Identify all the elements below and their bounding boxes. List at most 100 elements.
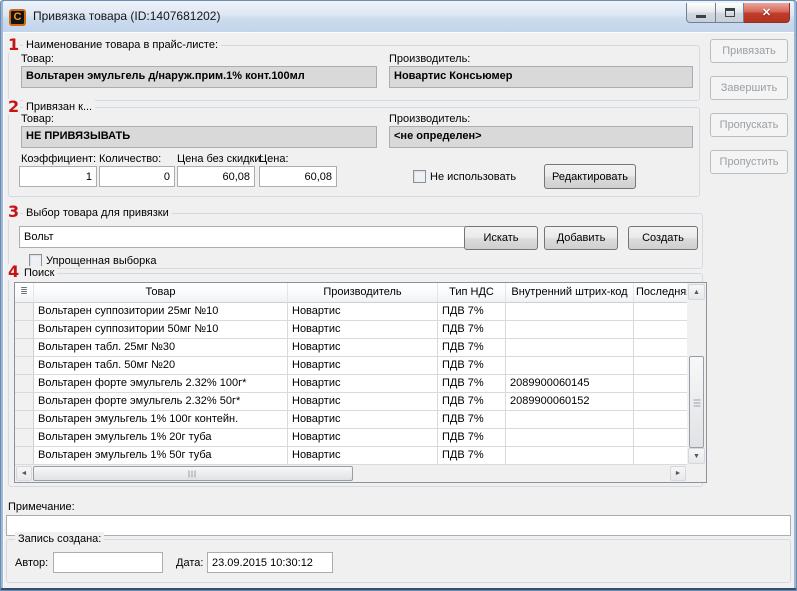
simplified-selection-label[interactable]: Упрощенная выборка [46,255,156,267]
app-icon: C [9,9,26,26]
table-row[interactable]: Вольтарен эмульгель 1% 100г контейн. Нов… [15,411,687,429]
row-selector-cell[interactable] [15,321,34,339]
vertical-scroll-thumb[interactable] [689,356,704,448]
row-selector-cell[interactable] [15,303,34,321]
row-selector-cell[interactable] [15,447,34,465]
cell-product: Вольтарен форте эмульгель 2.32% 100г* [34,375,288,393]
scroll-left-icon: ◄ [21,470,28,477]
search-button[interactable]: Искать [464,226,538,250]
cell-last [634,303,687,321]
cell-last [634,393,687,411]
row-selector-cell[interactable] [15,393,34,411]
cell-manufacturer: Новартис [288,303,438,321]
table-vertical-scrollbar[interactable]: ▲ ▼ [687,283,706,465]
price-input[interactable] [259,166,337,187]
table-horizontal-scrollbar[interactable]: ◄ ► [15,465,687,482]
row-selector-cell[interactable] [15,411,34,429]
skip-button[interactable]: Пропустить [710,150,788,174]
skip-always-button[interactable]: Пропускать [710,113,788,137]
quantity-input[interactable] [99,166,175,187]
column-header-barcode[interactable]: Внутренний штрих-код [506,283,634,303]
date-input[interactable] [207,552,333,573]
scroll-thumb-grip [189,470,198,477]
price-label: Цена: [259,153,289,165]
cell-product: Вольтарен табл. 25мг №30 [34,339,288,357]
create-button[interactable]: Создать [628,226,698,250]
coefficient-label: Коэффициент: [21,153,96,165]
price-no-discount-input[interactable] [177,166,255,187]
cell-manufacturer: Новартис [288,375,438,393]
cell-product: Вольтарен суппозитории 50мг №10 [34,321,288,339]
coefficient-input[interactable] [19,166,97,187]
column-header-manufacturer[interactable]: Производитель [288,283,438,303]
cell-vat: ПДВ 7% [438,393,506,411]
maximize-icon [725,8,735,17]
column-header-product[interactable]: Товар [34,283,288,303]
scroll-left-button[interactable]: ◄ [16,466,32,481]
column-header-last[interactable]: Последняя [634,283,687,303]
price-item-product-field: Вольтарен эмульгель д/наруж.прим.1% конт… [21,66,377,88]
cell-vat: ПДВ 7% [438,339,506,357]
row-selector-cell[interactable] [15,339,34,357]
group-search: Поиск ≣ Товар Производитель Тип НДС Внут… [8,273,703,487]
cell-manufacturer: Новартис [288,321,438,339]
finish-button[interactable]: Завершить [710,76,788,100]
cell-manufacturer: Новартис [288,357,438,375]
maximize-button[interactable] [716,3,744,23]
row-selector-cell[interactable] [15,429,34,447]
group-search-legend: Поиск [21,266,57,281]
cell-last [634,339,687,357]
row-selector-cell[interactable] [15,375,34,393]
close-button[interactable]: ✕ [744,3,790,23]
search-input[interactable] [19,226,466,248]
table-row[interactable]: Вольтарен форте эмульгель 2.32% 100г* Но… [15,375,687,393]
cell-manufacturer: Новартис [288,447,438,465]
table-row[interactable]: Вольтарен форте эмульгель 2.32% 50г* Нов… [15,393,687,411]
group-linked-to: Привязан к... Товар: НЕ ПРИВЯЗЫВАТЬ Прои… [8,107,700,197]
group-selection: Выбор товара для привязки Искать Добавит… [8,213,703,269]
table-row[interactable]: Вольтарен эмульгель 1% 20г туба Новартис… [15,429,687,447]
minimize-button[interactable] [686,3,716,23]
annotation-number-3: 3 [7,204,20,220]
bind-button[interactable]: Привязать [710,39,788,63]
cell-manufacturer: Новартис [288,411,438,429]
table-row[interactable]: Вольтарен суппозитории 25мг №10 Новартис… [15,303,687,321]
edit-button[interactable]: Редактировать [544,164,636,189]
scroll-right-button[interactable]: ► [670,466,686,481]
column-header-vat[interactable]: Тип НДС [438,283,506,303]
cell-barcode [506,447,634,465]
cell-product: Вольтарен форте эмульгель 2.32% 50г* [34,393,288,411]
cell-barcode [506,303,634,321]
group-price-item-legend: Наименование товара в прайс-листе: [23,38,221,53]
table-row[interactable]: Вольтарен эмульгель 1% 50г туба Новартис… [15,447,687,465]
author-input[interactable] [53,552,163,573]
note-label: Примечание: [8,501,75,513]
cell-product: Вольтарен суппозитории 25мг №10 [34,303,288,321]
table-row[interactable]: Вольтарен табл. 50мг №20 Новартис ПДВ 7% [15,357,687,375]
cell-barcode: 2089900060145 [506,375,634,393]
scroll-up-button[interactable]: ▲ [688,284,705,300]
manufacturer-label: Производитель: [389,113,470,125]
row-selector-cell[interactable] [15,357,34,375]
table-row[interactable]: Вольтарен суппозитории 50мг №10 Новартис… [15,321,687,339]
annotation-number-2: 2 [7,99,20,115]
not-use-label[interactable]: Не использовать [430,171,516,183]
scroll-down-button[interactable]: ▼ [688,448,705,464]
cell-vat: ПДВ 7% [438,429,506,447]
note-input[interactable] [6,515,791,536]
title-bar[interactable]: C Привязка товара (ID:1407681202) ✕ [3,1,794,32]
horizontal-scroll-thumb[interactable] [33,466,353,481]
linked-manufacturer-field: <не определен> [389,126,693,148]
scroll-thumb-grip [693,398,700,407]
cell-product: Вольтарен табл. 50мг №20 [34,357,288,375]
cell-vat: ПДВ 7% [438,357,506,375]
linked-product-field: НЕ ПРИВЯЗЫВАТЬ [21,126,377,148]
row-selector-header-icon[interactable]: ≣ [15,283,34,303]
cell-barcode [506,339,634,357]
cell-manufacturer: Новартис [288,429,438,447]
not-use-checkbox[interactable] [413,170,426,183]
add-button[interactable]: Добавить [544,226,618,250]
date-label: Дата: [176,557,203,569]
group-record-created-legend: Запись создана: [15,532,104,547]
table-row[interactable]: Вольтарен табл. 25мг №30 Новартис ПДВ 7% [15,339,687,357]
